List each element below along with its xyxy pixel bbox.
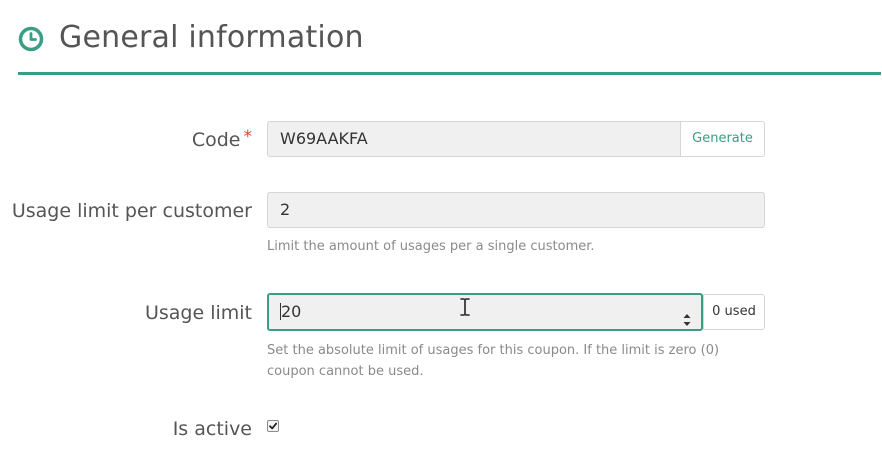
generate-button[interactable]: Generate (681, 121, 765, 157)
usage-limit-input[interactable]: 20 (267, 293, 703, 331)
usage-limit-value: 20 (281, 302, 302, 321)
usage-limit-per-customer-label: Usage limit per customer (11, 200, 252, 222)
spinner-arrows-icon[interactable] (683, 305, 691, 326)
is-active-label: Is active (172, 418, 252, 440)
usage-limit-help: Set the absolute limit of usages for thi… (267, 343, 720, 379)
text-cursor-icon (459, 297, 471, 317)
usage-limit-per-customer-input[interactable]: 2 (267, 192, 765, 228)
checkmark-icon (269, 422, 278, 430)
used-count-addon: 0 used (703, 294, 765, 330)
section-title: General information (59, 20, 364, 55)
code-label: Code * (191, 127, 253, 151)
usage-limit-per-customer-help: Limit the amount of usages per a single … (267, 239, 595, 254)
code-label-text: Code (191, 129, 241, 151)
usage-limit-label: Usage limit (144, 302, 252, 324)
is-active-checkbox[interactable] (267, 420, 279, 432)
coupon-form-page: General information Code * W69AAKFA Gener… (0, 0, 882, 474)
required-marker: * (243, 127, 253, 147)
code-input[interactable]: W69AAKFA (267, 121, 681, 157)
clock-icon (18, 26, 44, 52)
section-header: General information (18, 18, 881, 75)
